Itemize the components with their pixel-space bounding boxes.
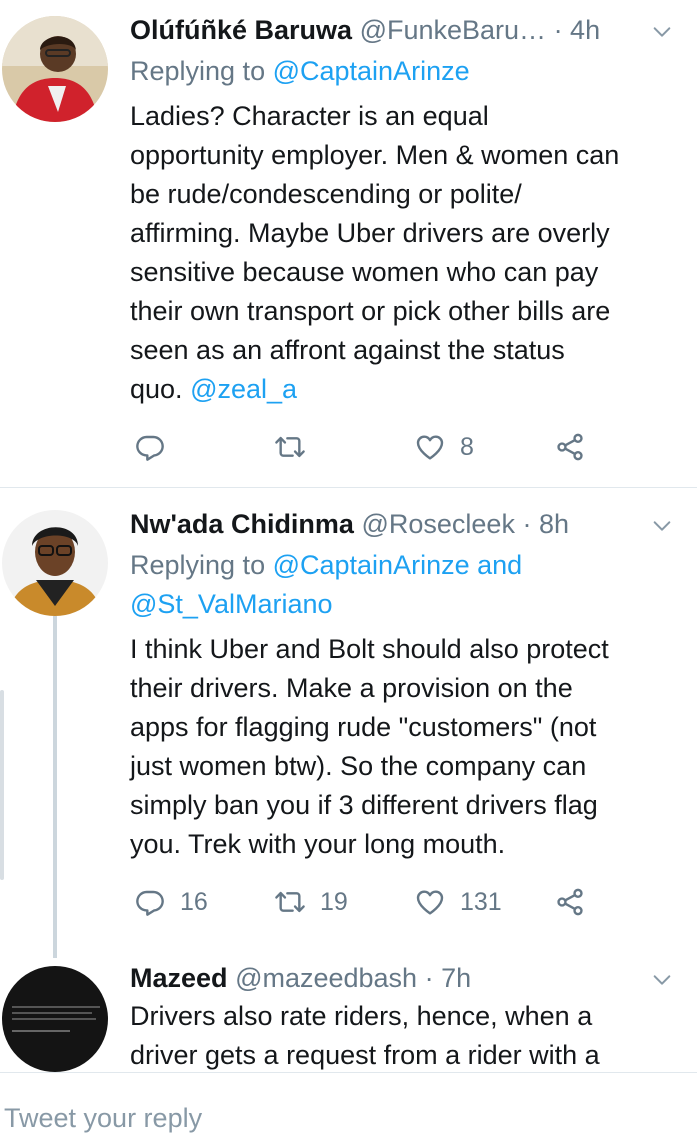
tweet-text-line: you. Trek with your long mouth. <box>130 829 506 859</box>
tweet-header: Nw'ada Chidinma @Rosecleek · 8h <box>130 504 637 544</box>
scroll-edge <box>0 690 4 880</box>
reply-button[interactable] <box>134 427 180 467</box>
replying-to: Replying to @CaptainArinze and @St_ValMa… <box>130 546 677 624</box>
tweet-actions: 8 <box>130 427 677 467</box>
tweet-header: Mazeed @mazeedbash · 7h <box>130 958 637 998</box>
reply-icon <box>134 886 166 918</box>
replying-to-line: Replying to @CaptainArinze and <box>130 546 677 585</box>
chevron-down-icon[interactable] <box>651 969 673 991</box>
tweet-text-line: opportunity employer. Men & women can <box>130 140 620 170</box>
user-handle[interactable]: @mazeedbash <box>235 963 417 993</box>
tweet[interactable]: Olúfúñké Baruwa @FunkeBaru… · 4h Replyin… <box>0 0 697 486</box>
tweet-text-line: seen as an affront against the status <box>130 335 565 365</box>
tweet-text-line: simply ban you if 3 different drivers fl… <box>130 790 598 820</box>
mention-link[interactable]: @zeal_a <box>190 374 297 404</box>
retweet-button[interactable]: 19 <box>274 882 348 922</box>
chevron-down-icon[interactable] <box>651 21 673 43</box>
heart-icon <box>414 431 446 463</box>
share-button[interactable] <box>554 882 586 922</box>
tweet-text-line: affirming. Maybe Uber drivers are overly <box>130 218 610 248</box>
timestamp[interactable]: · 7h <box>425 963 472 993</box>
user-handle[interactable]: @FunkeBaru… <box>360 15 546 45</box>
share-icon <box>554 431 586 463</box>
tweet-text-line: I think Uber and Bolt should also protec… <box>130 634 609 664</box>
like-button[interactable]: 8 <box>414 427 474 467</box>
tweet-actions: 16 19 131 <box>130 882 677 922</box>
tweet-text-line: their own transport or pick other bills … <box>130 296 611 326</box>
user-handle[interactable]: @Rosecleek <box>361 509 514 539</box>
replying-to-label: Replying to <box>130 550 273 580</box>
tweet-text: Drivers also rate riders, hence, when a … <box>130 997 677 1075</box>
like-button[interactable]: 131 <box>414 882 502 922</box>
tweet-text-line: apps for flagging rude "customers" (not <box>130 712 597 742</box>
tweet[interactable]: Nw'ada Chidinma @Rosecleek · 8h Replying… <box>0 488 697 964</box>
tweet-text-line: just women btw). So the company can <box>130 751 587 781</box>
tweet-text-line: driver gets a request from a rider with … <box>130 1040 600 1070</box>
mention-link[interactable]: @CaptainArinze <box>273 56 470 86</box>
retweet-count: 19 <box>320 887 348 916</box>
tweet-text: Ladies? Character is an equal opportunit… <box>130 97 677 409</box>
timestamp[interactable]: · 4h <box>554 15 601 45</box>
retweet-icon <box>274 431 306 463</box>
tweet-text: I think Uber and Bolt should also protec… <box>130 630 677 864</box>
tweet-text-line: quo. @zeal_a <box>130 370 677 409</box>
mention-link[interactable]: @St_ValMariano <box>130 585 677 624</box>
avatar[interactable] <box>2 16 108 122</box>
like-count: 8 <box>460 432 474 461</box>
share-button[interactable] <box>554 427 586 467</box>
display-name[interactable]: Mazeed <box>130 963 228 993</box>
avatar[interactable] <box>2 966 108 1072</box>
thread-connector <box>53 610 57 958</box>
retweet-icon <box>274 886 306 918</box>
reply-count: 16 <box>180 887 208 916</box>
tweet-header: Olúfúñké Baruwa @FunkeBaru… · 4h <box>130 10 637 50</box>
tweet-text-line: Ladies? Character is an equal <box>130 101 489 131</box>
tweet-text-line: their drivers. Make a provision on the <box>130 673 573 703</box>
mention-link[interactable]: @CaptainArinze and <box>273 550 523 580</box>
reply-icon <box>134 431 166 463</box>
chevron-down-icon[interactable] <box>651 515 673 537</box>
tweet-text-line: Drivers also rate riders, hence, when a <box>130 1001 593 1031</box>
heart-icon <box>414 886 446 918</box>
like-count: 131 <box>460 887 502 916</box>
tweet[interactable]: Mazeed @mazeedbash · 7h Drivers also rat… <box>0 956 697 1072</box>
tweet-text-line: sensitive because women who can pay <box>130 257 599 287</box>
replying-to-label: Replying to <box>130 56 273 86</box>
tweet-text-fragment: quo. <box>130 374 191 404</box>
reply-composer[interactable]: Tweet your reply <box>0 1072 697 1133</box>
display-name[interactable]: Nw'ada Chidinma <box>130 509 354 539</box>
tweet-text-line: be rude/condescending or polite/ <box>130 179 522 209</box>
reply-button[interactable]: 16 <box>134 882 208 922</box>
display-name[interactable]: Olúfúñké Baruwa <box>130 15 352 45</box>
share-icon <box>554 886 586 918</box>
retweet-button[interactable] <box>274 427 320 467</box>
timestamp[interactable]: · 8h <box>522 509 569 539</box>
reply-input-placeholder[interactable]: Tweet your reply <box>4 1103 202 1134</box>
avatar[interactable] <box>2 510 108 616</box>
replying-to: Replying to @CaptainArinze <box>130 52 677 91</box>
